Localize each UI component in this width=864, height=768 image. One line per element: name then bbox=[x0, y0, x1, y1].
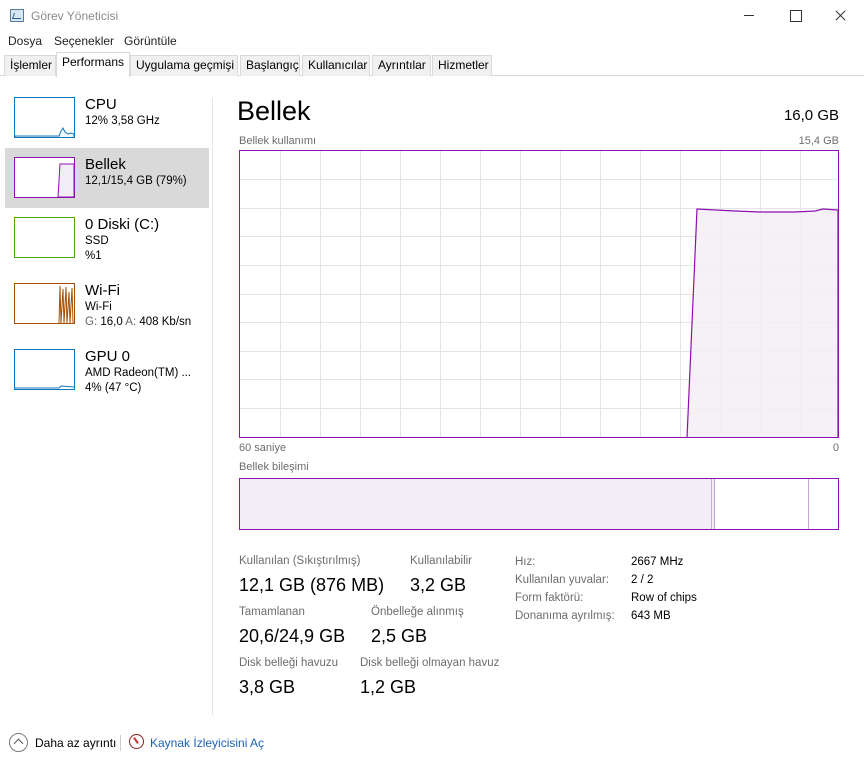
menu-bar: Dosya Seçenekler Görüntüle bbox=[0, 31, 864, 51]
committed-value: 20,6/24,9 GB bbox=[239, 626, 346, 646]
form-factor-value: Row of chips bbox=[631, 592, 697, 604]
in-use-value: 12,1 GB (876 MB) bbox=[239, 575, 385, 595]
gpu-mini-graph bbox=[14, 349, 75, 390]
wifi-recv-value: 408 Kb/sn bbox=[139, 316, 192, 328]
tab-details[interactable]: Ayrıntılar bbox=[372, 55, 431, 76]
composition-in-use bbox=[240, 479, 712, 529]
usage-graph-max: 15,4 GB bbox=[798, 135, 839, 147]
disk-mini-graph bbox=[14, 217, 75, 258]
sidebar-wifi-throughput: G: 16,0 A: 408 Kb/sn bbox=[85, 316, 191, 328]
sidebar-disk-usage: %1 bbox=[85, 250, 102, 262]
tab-performance[interactable]: Performans bbox=[56, 52, 130, 77]
sidebar-gpu-model: AMD Radeon(TM) ... bbox=[85, 367, 192, 379]
minimize-button[interactable] bbox=[726, 0, 772, 31]
sidebar-memory-info: 12,1/15,4 GB (79%) bbox=[85, 175, 187, 187]
speed-label: Hız: bbox=[515, 556, 536, 568]
menu-file[interactable]: Dosya bbox=[8, 34, 42, 48]
tab-startup[interactable]: Başlangıç bbox=[240, 55, 300, 76]
sidebar-item-wifi[interactable]: Wi-Fi Wi-Fi G: 16,0 A: 408 Kb/sn bbox=[5, 274, 209, 334]
memory-mini-graph bbox=[14, 157, 75, 198]
composition-label: Bellek bileşimi bbox=[239, 461, 309, 473]
page-title: Bellek bbox=[237, 96, 311, 126]
sidebar-item-disk[interactable]: 0 Diski (C:) SSD %1 bbox=[5, 208, 209, 268]
cached-label: Önbelleğe alınmış bbox=[371, 606, 464, 618]
resource-sidebar: CPU 12% 3,58 GHz Bellek 12,1/15,4 GB (79… bbox=[0, 77, 212, 717]
memory-usage-area bbox=[686, 208, 838, 437]
menu-view[interactable]: Görüntüle bbox=[124, 34, 177, 48]
sidebar-item-gpu[interactable]: GPU 0 AMD Radeon(TM) ... 4% (47 °C) bbox=[5, 340, 209, 400]
composition-modified bbox=[712, 479, 715, 529]
menu-options[interactable]: Seçenekler bbox=[54, 34, 114, 48]
slots-value: 2 / 2 bbox=[631, 574, 654, 586]
usage-graph-label: Bellek kullanımı bbox=[239, 135, 317, 147]
window-title: Görev Yöneticisi bbox=[31, 9, 119, 23]
sidebar-item-memory[interactable]: Bellek 12,1/15,4 GB (79%) bbox=[5, 148, 209, 208]
sidebar-disk-title: 0 Diski (C:) bbox=[85, 216, 160, 233]
total-memory: 16,0 GB bbox=[783, 107, 839, 124]
time-axis-left: 60 saniye bbox=[239, 442, 287, 454]
in-use-label: Kullanılan (Sıkıştırılmış) bbox=[239, 555, 361, 567]
tab-services[interactable]: Hizmetler bbox=[432, 55, 492, 76]
sidebar-memory-title: Bellek bbox=[85, 156, 126, 173]
sidebar-divider bbox=[212, 98, 213, 715]
hardware-reserved-label: Donanıma ayrılmış: bbox=[515, 610, 615, 622]
memory-composition-bar bbox=[239, 478, 839, 530]
fewer-details-button[interactable]: Daha az ayrıntı bbox=[35, 736, 116, 750]
committed-label: Tamamlanan bbox=[239, 606, 305, 618]
tab-processes[interactable]: İşlemler bbox=[4, 55, 56, 76]
sidebar-item-cpu[interactable]: CPU 12% 3,58 GHz bbox=[5, 88, 209, 148]
sidebar-wifi-title: Wi-Fi bbox=[85, 282, 120, 299]
slots-label: Kullanılan yuvalar: bbox=[515, 574, 609, 586]
time-axis-right: 0 bbox=[832, 442, 839, 454]
tab-bar: İşlemler Performans Uygulama geçmişi Baş… bbox=[0, 51, 864, 77]
speed-value: 2667 MHz bbox=[631, 556, 684, 568]
wifi-recv-label: A: bbox=[125, 316, 137, 328]
paged-pool-value: 3,8 GB bbox=[239, 677, 296, 697]
sidebar-cpu-info: 12% 3,58 GHz bbox=[85, 115, 160, 127]
sidebar-gpu-title: GPU 0 bbox=[85, 348, 131, 365]
resource-monitor-icon[interactable] bbox=[129, 734, 144, 749]
footer-bar: Daha az ayrıntı Kaynak İzleyicisini Aç bbox=[0, 728, 864, 758]
sidebar-wifi-name: Wi-Fi bbox=[85, 301, 112, 313]
open-resource-monitor-link[interactable]: Kaynak İzleyicisini Aç bbox=[150, 736, 264, 750]
cpu-mini-graph bbox=[14, 97, 75, 138]
wifi-send-value: 16,0 bbox=[100, 316, 123, 328]
available-label: Kullanılabilir bbox=[410, 555, 473, 567]
title-bar: Görev Yöneticisi bbox=[0, 0, 864, 31]
wifi-mini-graph bbox=[14, 283, 75, 324]
sidebar-cpu-title: CPU bbox=[85, 96, 117, 113]
tab-users[interactable]: Kullanıcılar bbox=[302, 55, 370, 76]
close-button[interactable] bbox=[818, 0, 864, 31]
tab-app-history[interactable]: Uygulama geçmişi bbox=[130, 55, 238, 76]
cached-value: 2,5 GB bbox=[371, 626, 428, 646]
wifi-send-label: G: bbox=[85, 316, 98, 328]
hardware-reserved-value: 643 MB bbox=[631, 610, 671, 622]
task-manager-icon bbox=[10, 9, 24, 22]
sidebar-disk-type: SSD bbox=[85, 235, 109, 247]
footer-divider bbox=[120, 735, 121, 751]
paged-pool-label: Disk belleği havuzu bbox=[239, 657, 339, 669]
memory-usage-graph bbox=[239, 150, 839, 438]
chevron-up-icon[interactable] bbox=[9, 733, 28, 752]
available-value: 3,2 GB bbox=[410, 575, 467, 595]
composition-standby-edge bbox=[808, 479, 809, 529]
nonpaged-pool-label: Disk belleği olmayan havuz bbox=[360, 657, 500, 669]
nonpaged-pool-value: 1,2 GB bbox=[360, 677, 417, 697]
sidebar-gpu-usage: 4% (47 °C) bbox=[85, 382, 142, 394]
form-factor-label: Form faktörü: bbox=[515, 592, 584, 604]
maximize-button[interactable] bbox=[772, 0, 818, 31]
